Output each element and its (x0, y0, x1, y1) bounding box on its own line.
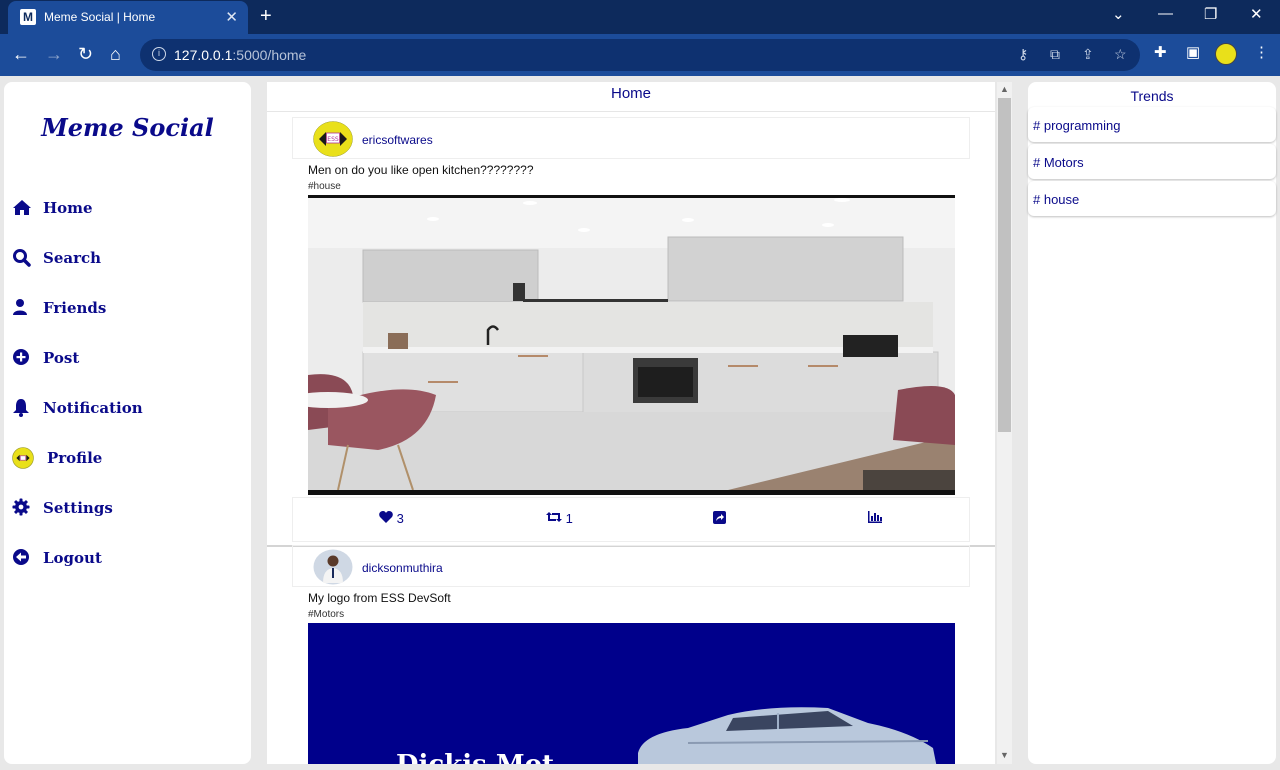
sidebar-item-label: Search (43, 249, 102, 267)
tab-search-chevron-icon[interactable]: ⌄ (1112, 5, 1125, 23)
sidebar-item-home[interactable]: Home (12, 195, 242, 225)
sidebar-item-notification[interactable]: Notification (12, 395, 242, 425)
feed: Home ESS ericsoftwares Men on do you lik… (267, 82, 995, 764)
trend-item[interactable]: # Motors (1028, 144, 1276, 179)
forward-button[interactable]: → (45, 44, 63, 65)
post-text: Men on do you like open kitchen???????? (308, 163, 534, 177)
feed-scrollbar[interactable]: ▲ ▼ (997, 82, 1012, 764)
close-window-button[interactable]: ✕ (1250, 5, 1263, 23)
bell-icon (13, 399, 29, 417)
post-actions: 3 1 (292, 497, 970, 542)
minimize-button[interactable]: — (1158, 5, 1173, 22)
browser-tab[interactable]: M Meme Social | Home ✕ (8, 1, 248, 34)
heart-icon (379, 511, 393, 523)
sidebar-item-profile[interactable]: Profile (12, 445, 242, 475)
car-image-text: Dickis Mot (396, 750, 554, 764)
post-hashtag[interactable]: #Motors (308, 609, 344, 620)
browser-titlebar: M Meme Social | Home ✕ + ⌄ — ❐ ✕ (0, 0, 1280, 34)
trend-label: # programming (1033, 118, 1121, 133)
retweet-button[interactable]: 1 (546, 511, 573, 526)
post-card: ESS ericsoftwares Men on do you like ope… (292, 117, 970, 547)
reload-button[interactable]: ↻ (78, 44, 93, 65)
sidebar-item-settings[interactable]: Settings (12, 495, 242, 525)
favicon-icon: M (20, 9, 36, 25)
key-icon[interactable]: ⚷ (1018, 46, 1028, 63)
sidebar-item-label: Settings (43, 499, 113, 517)
trends-panel: Trends # programming # Motors # house (1028, 82, 1276, 764)
scroll-up-arrow-icon[interactable]: ▲ (1000, 84, 1009, 94)
tab-close-icon[interactable]: ✕ (225, 8, 238, 26)
share-square-icon (713, 511, 726, 524)
logout-arrow-icon (13, 549, 29, 565)
post-header: dicksonmuthira (292, 545, 970, 587)
scroll-down-arrow-icon[interactable]: ▼ (1000, 750, 1009, 760)
page-title: Home (267, 82, 995, 112)
trend-item[interactable]: # programming (1028, 107, 1276, 142)
trend-item[interactable]: # house (1028, 181, 1276, 216)
share-icon[interactable]: ⇪ (1082, 46, 1094, 63)
sidebar-item-label: Profile (47, 449, 103, 467)
tab-title: Meme Social | Home (44, 10, 156, 24)
like-count: 3 (396, 511, 404, 526)
retweet-count: 1 (565, 511, 573, 526)
url-text[interactable]: 127.0.0.1:5000/home (174, 47, 306, 63)
open-external-icon[interactable]: ⧉ (1050, 46, 1060, 63)
brand-logo: Meme Social (41, 113, 214, 142)
user-icon (13, 299, 27, 315)
post-username[interactable]: dicksonmuthira (362, 561, 443, 575)
post-header: ESS ericsoftwares (292, 117, 970, 159)
sidebar-item-post[interactable]: Post (12, 345, 242, 375)
sidebar-item-search[interactable]: Search (12, 245, 242, 275)
post-card: dicksonmuthira My logo from ESS DevSoft … (292, 545, 970, 764)
user-avatar[interactable] (313, 549, 353, 585)
page: Meme Social Home Search Friends Post Not… (0, 76, 1280, 770)
sidebar-item-label: Home (43, 199, 93, 217)
like-button[interactable]: 3 (379, 511, 404, 526)
retweet-icon (546, 512, 562, 522)
share-button[interactable] (713, 511, 726, 527)
trend-label: # house (1033, 192, 1080, 207)
user-avatar[interactable]: ESS (313, 121, 353, 157)
avatar-badge-text: ESS (327, 136, 339, 143)
car-logo-image[interactable]: Dickis Mot (308, 623, 955, 764)
stats-button[interactable] (868, 511, 882, 526)
profile-avatar-icon (12, 447, 34, 469)
trends-title: Trends (1130, 88, 1174, 104)
back-button[interactable]: ← (12, 44, 30, 65)
sidebar-item-friends[interactable]: Friends (12, 295, 242, 325)
post-username[interactable]: ericsoftwares (362, 133, 433, 147)
bookmark-star-icon[interactable]: ☆ (1114, 46, 1127, 63)
browser-toolbar: ← → ↻ ⌂ i 127.0.0.1:5000/home ⚷ ⧉ ⇪ ☆ ✚ … (0, 34, 1280, 76)
scroll-thumb[interactable] (998, 98, 1011, 432)
post-text: My logo from ESS DevSoft (308, 591, 451, 605)
sidebar-item-label: Notification (43, 399, 143, 417)
home-icon (13, 200, 31, 215)
browser-profile-avatar[interactable] (1215, 43, 1237, 65)
sidebar-item-logout[interactable]: Logout (12, 545, 242, 575)
post-hashtag[interactable]: #house (308, 181, 341, 192)
sidebar-item-label: Friends (43, 299, 107, 317)
menu-dots-icon[interactable]: ⋮ (1254, 43, 1269, 61)
side-panel-icon[interactable]: ▣ (1186, 43, 1200, 61)
home-button[interactable]: ⌂ (110, 44, 121, 65)
sidebar: Meme Social Home Search Friends Post Not… (4, 82, 251, 764)
kitchen-photo[interactable] (308, 195, 955, 495)
gear-icon (12, 498, 30, 516)
plus-circle-icon (13, 349, 29, 365)
address-bar[interactable]: i 127.0.0.1:5000/home ⚷ ⧉ ⇪ ☆ (140, 39, 1140, 71)
new-tab-button[interactable]: + (260, 5, 272, 28)
extensions-icon[interactable]: ✚ (1154, 43, 1167, 61)
bar-chart-icon (868, 511, 882, 523)
restore-button[interactable]: ❐ (1204, 5, 1217, 23)
search-icon (13, 249, 31, 267)
site-info-icon[interactable]: i (152, 47, 166, 61)
trend-label: # Motors (1033, 155, 1084, 170)
sidebar-item-label: Logout (43, 549, 102, 567)
sidebar-item-label: Post (43, 349, 80, 367)
